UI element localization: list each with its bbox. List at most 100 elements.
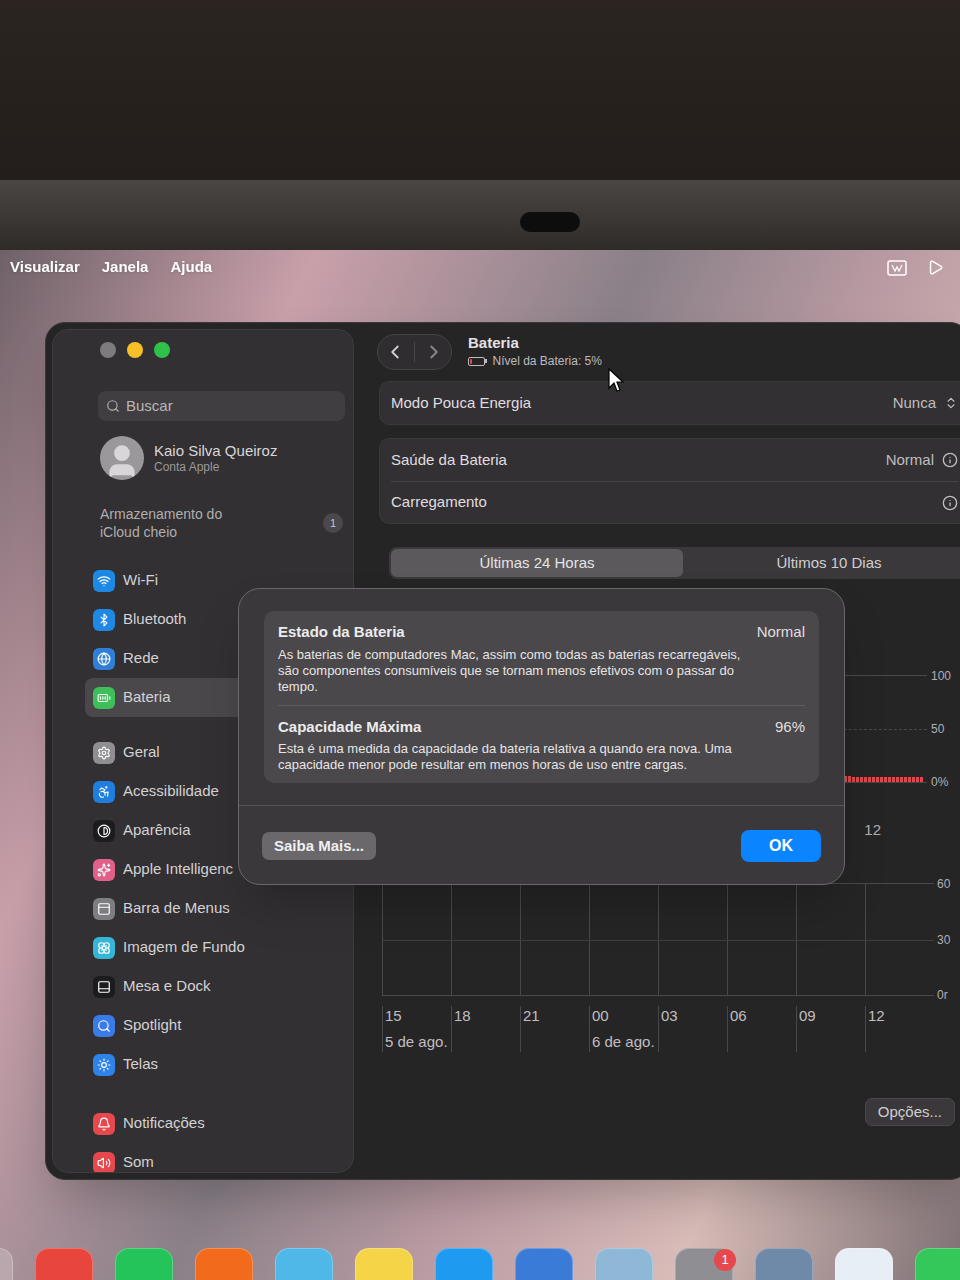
range-tab[interactable]: Últimas 24 Horas [391, 549, 683, 577]
dock-app-icon[interactable] [115, 1248, 173, 1280]
battery-bar [896, 777, 899, 782]
range-tab[interactable]: Últimos 10 Dias [683, 549, 960, 577]
x-tick: 09 [799, 1006, 865, 1026]
screen-y-axis: 60300r [937, 877, 950, 1002]
settings-row[interactable]: Saúde da BateriaNormal [391, 439, 958, 481]
app-status-icon[interactable] [887, 260, 907, 276]
forward-icon[interactable] [423, 341, 445, 363]
menu-item[interactable]: Janela [102, 256, 149, 279]
battery-bar [872, 777, 875, 782]
screen-chart: 60300r [382, 883, 960, 1002]
battery-bar [860, 777, 863, 782]
y-tick: 0r [937, 988, 950, 1002]
sidebar-item[interactable]: Som [85, 1143, 345, 1173]
info-icon[interactable] [942, 495, 958, 511]
back-icon[interactable] [384, 341, 406, 363]
screen-plot [382, 883, 934, 996]
x-tick: 21 [523, 1006, 589, 1026]
menu-bar: Visualizar Janela Ajuda [0, 250, 960, 285]
x-tick: 12 [864, 822, 881, 837]
dock-app-icon[interactable] [595, 1248, 653, 1280]
options-button[interactable]: Opções... [865, 1098, 955, 1126]
sidebar-item-icon [93, 976, 115, 998]
dock-app-icon[interactable] [0, 1248, 13, 1280]
sidebar-item-icon [93, 781, 115, 803]
battery-bar [888, 777, 891, 782]
close-button[interactable] [100, 342, 116, 358]
battery-bar [916, 777, 919, 782]
sidebar-item[interactable]: Barra de Menus [85, 889, 345, 928]
search-field[interactable]: Buscar [98, 391, 345, 421]
battery-dialog: Estado da BateriaNormalAs baterias de co… [238, 588, 845, 885]
battery-bar [848, 776, 851, 782]
battery-level-text: Nível da Bateria: 5% [493, 352, 602, 370]
sidebar-item-icon [93, 1113, 115, 1135]
nav-buttons [377, 334, 452, 370]
dock-app-icon[interactable] [835, 1248, 893, 1280]
sidebar-item[interactable]: Mesa e Dock [85, 967, 345, 1006]
battery-bar [892, 777, 895, 782]
battery-bar [868, 777, 871, 782]
account-row[interactable]: Kaio Silva QueirozConta Apple [100, 433, 345, 483]
dock-app-icon[interactable] [35, 1248, 93, 1280]
sidebar-item[interactable]: Imagem de Fundo [85, 928, 345, 967]
screen-x-axis: 155 de ago.1821006 de ago.03060912 [382, 1006, 934, 1052]
zoom-button[interactable] [154, 342, 170, 358]
battery-bar [856, 777, 859, 782]
x-tick: 00 [592, 1006, 658, 1026]
dock-app-icon[interactable]: 1 [675, 1248, 733, 1280]
menu-item[interactable]: Visualizar [10, 256, 80, 279]
settings-row[interactable]: Carregamento [391, 481, 958, 523]
popup-chevrons-icon[interactable] [944, 396, 958, 410]
date-label: 6 de ago. [592, 1032, 658, 1052]
sidebar-item-icon [93, 1152, 115, 1174]
info-icon[interactable] [942, 452, 958, 468]
battery-icon [468, 357, 487, 366]
sidebar-item-icon [93, 859, 115, 881]
dialog-row: Estado da BateriaNormalAs baterias de co… [278, 611, 805, 705]
notice-badge: 1 [323, 513, 343, 533]
room-background [0, 0, 960, 180]
settings-card: Saúde da BateriaNormalCarregamento [379, 438, 960, 524]
sidebar-item[interactable]: Telas [85, 1045, 345, 1084]
settings-row[interactable]: Modo Pouca EnergiaNunca [391, 382, 958, 424]
sidebar-item-icon [93, 937, 115, 959]
y-tick: 60 [937, 877, 950, 891]
dock-app-icon[interactable] [515, 1248, 573, 1280]
traffic-lights [100, 342, 345, 358]
sidebar-group: NotificaçõesSom [85, 1104, 345, 1173]
sidebar-item[interactable]: Spotlight [85, 1006, 345, 1045]
icloud-notice[interactable]: Armazenamento do iCloud cheio1 [100, 505, 345, 541]
dock-app-icon[interactable] [435, 1248, 493, 1280]
sidebar-item-icon [93, 1054, 115, 1076]
dock-app-icon[interactable] [755, 1248, 813, 1280]
sidebar-item[interactable]: Notificações [85, 1104, 345, 1143]
sidebar-item-icon [93, 570, 115, 592]
person-icon [103, 442, 141, 480]
range-tabs: Últimas 24 HorasÚltimos 10 Dias [389, 547, 960, 579]
sidebar-item-icon [93, 1015, 115, 1037]
play-circle-icon[interactable] [927, 259, 944, 276]
dock-app-icon[interactable] [275, 1248, 333, 1280]
battery-bar [900, 777, 903, 782]
battery-bar [884, 777, 887, 782]
settings-card: Modo Pouca EnergiaNunca [379, 381, 960, 425]
dock-app-icon[interactable] [195, 1248, 253, 1280]
battery-bar [908, 777, 911, 782]
dialog-row: Capacidade Máxima96%Esta é uma medida da… [278, 705, 805, 784]
dialog-card: Estado da BateriaNormalAs baterias de co… [264, 611, 819, 783]
sidebar-item-icon [93, 820, 115, 842]
y-tick: 50 [931, 722, 951, 736]
dock-app-icon[interactable] [915, 1248, 960, 1280]
dock-app-icon[interactable] [355, 1248, 413, 1280]
sidebar-item-icon [93, 648, 115, 670]
minimize-button[interactable] [127, 342, 143, 358]
battery-bar [904, 777, 907, 782]
learn-more-button[interactable]: Saiba Mais... [262, 832, 376, 860]
search-icon [106, 399, 120, 413]
menu-item[interactable]: Ajuda [170, 256, 212, 279]
sidebar-item-icon [93, 687, 115, 709]
photo-frame: Visualizar Janela Ajuda Buscar Kaio Silva Qu… [0, 0, 960, 1280]
ok-button[interactable]: OK [741, 830, 821, 862]
camera-notch [520, 212, 580, 232]
